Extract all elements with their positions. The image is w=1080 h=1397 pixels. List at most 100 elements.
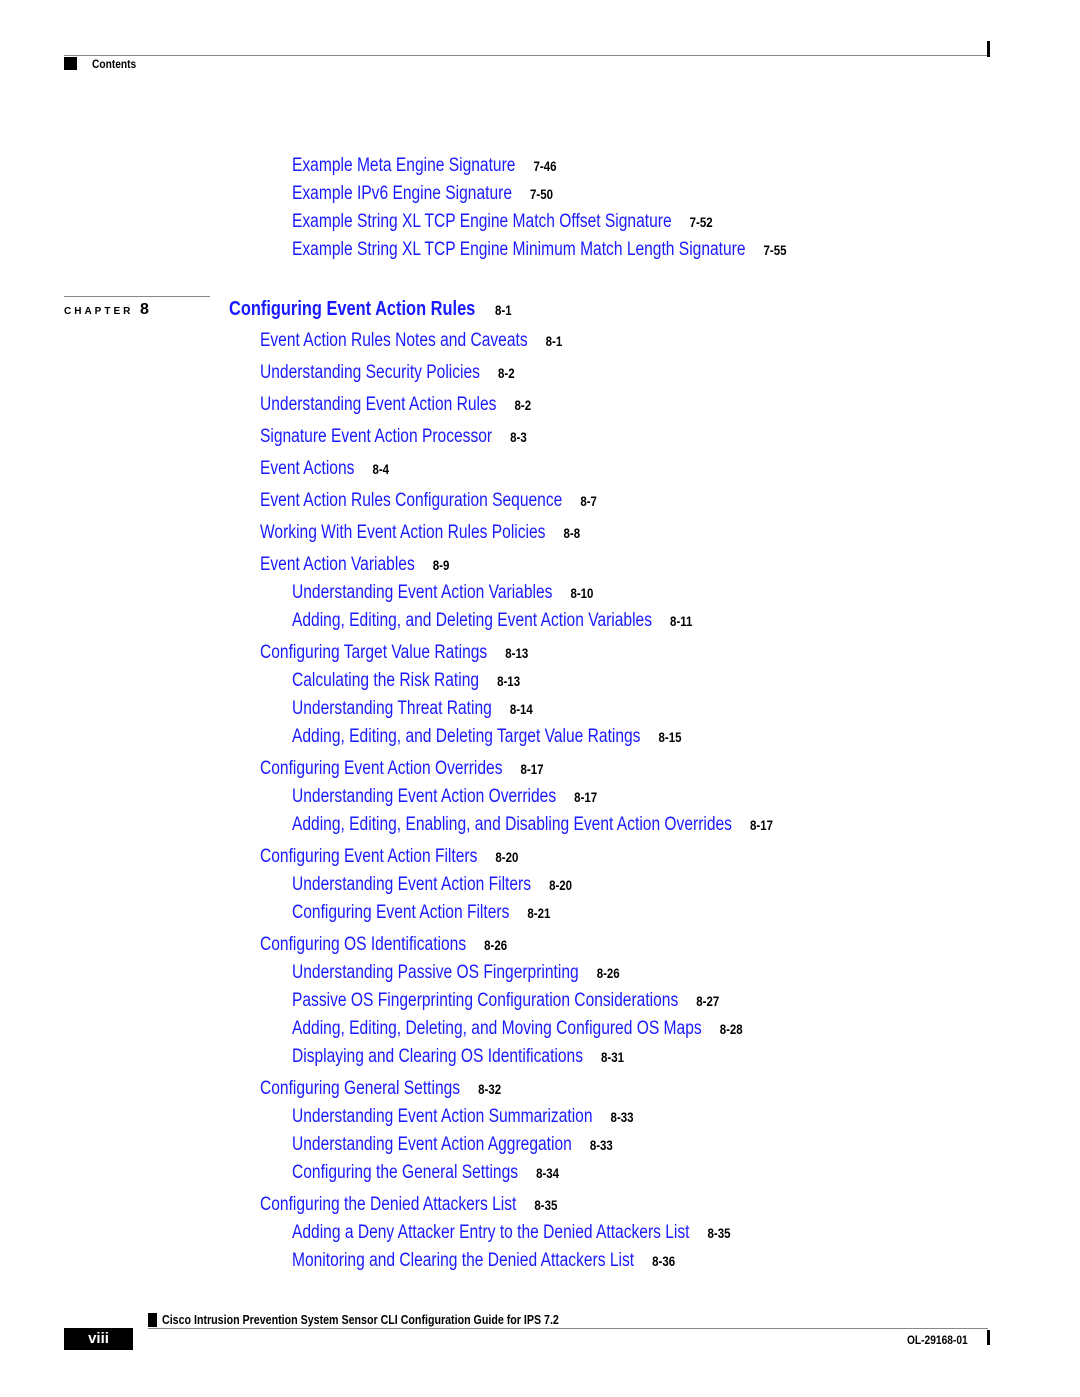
toc-entry-title: Signature Event Action Processor: [260, 426, 493, 447]
toc-entry-link[interactable]: Configuring the General Settings 8-34: [292, 1162, 559, 1184]
toc-entry-title: Adding, Editing, Enabling, and Disabling…: [292, 814, 732, 835]
toc-entry-page: 8-17: [574, 789, 598, 805]
toc-entry-title: Example String XL TCP Engine Match Offse…: [292, 211, 672, 232]
toc-entry-title: Configuring Event Action Overrides: [260, 758, 503, 779]
toc-entry-link[interactable]: Understanding Event Action Overrides 8-17: [292, 786, 597, 808]
toc-entry-link[interactable]: Configuring General Settings 8-32: [260, 1078, 501, 1100]
toc-entry-link[interactable]: Understanding Event Action Rules 8-2: [260, 394, 531, 416]
toc-entry-link[interactable]: Event Action Variables 8-9: [260, 554, 449, 576]
toc-entry-link[interactable]: Understanding Event Action Filters 8-20: [292, 874, 572, 896]
toc-entry-link[interactable]: Understanding Passive OS Fingerprinting 8…: [292, 962, 620, 984]
toc-entry-title: Configuring Event Action Filters: [292, 902, 510, 923]
toc-entry-title: Understanding Security Policies: [260, 362, 480, 383]
toc-entry-link[interactable]: Example String XL TCP Engine Match Offse…: [292, 211, 713, 233]
toc-entry-link[interactable]: Example Meta Engine Signature 7-46: [292, 155, 556, 177]
toc-entry-title: Configuring OS Identifications: [260, 934, 467, 955]
toc-entry-title: Understanding Event Action Variables: [292, 582, 553, 603]
toc-entry-page: 8-20: [549, 877, 573, 893]
toc-entry-link[interactable]: Displaying and Clearing OS Identificatio…: [292, 1046, 624, 1068]
toc-entry-link[interactable]: Event Action Rules Notes and Caveats 8-1: [260, 330, 562, 352]
toc-entry-link[interactable]: Configuring OS Identifications 8-26: [260, 934, 507, 956]
toc-entry-link[interactable]: Understanding Event Action Summarization…: [292, 1106, 634, 1128]
toc-entry-page: 8-10: [570, 585, 594, 601]
toc-entry-title: Working With Event Action Rules Policies: [260, 522, 546, 543]
toc-entry-link[interactable]: Adding, Editing, Enabling, and Disabling…: [292, 814, 773, 836]
chapter-label: CHAPTER: [64, 306, 134, 317]
toc-entry-page: 7-50: [530, 186, 554, 202]
toc-entry-link[interactable]: Working With Event Action Rules Policies…: [260, 522, 580, 544]
toc-entry-page: 8-8: [563, 525, 581, 541]
toc-entry-title: Event Actions: [260, 458, 355, 479]
toc-entry-page: 8-32: [478, 1081, 502, 1097]
toc-entry-link[interactable]: Passive OS Fingerprinting Configuration …: [292, 990, 719, 1012]
toc-entry-link[interactable]: Monitoring and Clearing the Denied Attac…: [292, 1250, 675, 1272]
toc-entry-title: Calculating the Risk Rating: [292, 670, 480, 691]
toc-entry-title: Example String XL TCP Engine Minimum Mat…: [292, 239, 746, 260]
chapter-title: Configuring Event Action Rules: [229, 298, 476, 320]
toc-entry-title: Adding, Editing, and Deleting Target Val…: [292, 726, 641, 747]
toc-entry-title: Monitoring and Clearing the Denied Attac…: [292, 1250, 635, 1271]
toc-entry-page: 8-21: [527, 905, 551, 921]
toc-entry-page: 8-34: [536, 1165, 560, 1181]
toc-entry-page: 8-13: [497, 673, 521, 689]
toc-entry-page: 8-11: [670, 613, 693, 629]
toc-entry-page: 8-26: [596, 965, 620, 981]
toc-entry-page: 8-28: [719, 1021, 743, 1037]
toc-entry-title: Configuring Target Value Ratings: [260, 642, 488, 663]
toc-entry-title: Example Meta Engine Signature: [292, 155, 516, 176]
toc-entry-page: 8-17: [520, 761, 544, 777]
toc-entry-link[interactable]: Calculating the Risk Rating 8-13: [292, 670, 520, 692]
toc-entry-link[interactable]: Configuring the Denied Attackers List 8-3…: [260, 1194, 557, 1216]
toc-entry-page: 8-33: [610, 1109, 634, 1125]
toc-entry-title: Adding a Deny Attacker Entry to the Deni…: [292, 1222, 690, 1243]
header-marker: [64, 57, 77, 70]
toc-entry-title: Displaying and Clearing OS Identificatio…: [292, 1046, 583, 1067]
toc-entry-title: Event Action Variables: [260, 554, 415, 575]
toc-entry-link[interactable]: Understanding Event Action Aggregation 8-…: [292, 1134, 613, 1156]
toc-entry-title: Configuring Event Action Filters: [260, 846, 478, 867]
toc-entry-title: Passive OS Fingerprinting Configuration …: [292, 990, 679, 1011]
toc-entry-page: 8-1: [545, 333, 563, 349]
chapter-number: 8: [140, 301, 149, 318]
toc-entry-link[interactable]: Configuring Event Action Filters 8-21: [292, 902, 550, 924]
toc-entry-page: 8-27: [696, 993, 720, 1009]
toc-entry-link[interactable]: Adding, Editing, and Deleting Event Acti…: [292, 610, 692, 632]
toc-entry-title: Example IPv6 Engine Signature: [292, 183, 512, 204]
toc-entry-link[interactable]: Configuring Event Action Overrides 8-17: [260, 758, 544, 780]
toc-entry-title: Event Action Rules Notes and Caveats: [260, 330, 528, 351]
toc-entry-title: Configuring the General Settings: [292, 1162, 519, 1183]
toc-entry-title: Understanding Event Action Overrides: [292, 786, 557, 807]
footer-page-number: viii: [64, 1328, 133, 1350]
toc-entry-title: Configuring General Settings: [260, 1078, 461, 1099]
footer-crop-mark: [987, 1330, 990, 1345]
toc-entry-link[interactable]: Example String XL TCP Engine Minimum Mat…: [292, 239, 787, 261]
toc-entry-page: 8-35: [707, 1225, 731, 1241]
toc-entry-link[interactable]: Adding, Editing, and Deleting Target Val…: [292, 726, 682, 748]
toc-entry-link[interactable]: Adding a Deny Attacker Entry to the Deni…: [292, 1222, 731, 1244]
toc-entry-link[interactable]: Understanding Security Policies 8-2: [260, 362, 515, 384]
toc-entry-link[interactable]: Event Actions 8-4: [260, 458, 389, 480]
toc-entry-title: Understanding Threat Rating: [292, 698, 492, 719]
toc-entry-link[interactable]: Signature Event Action Processor 8-3: [260, 426, 527, 448]
toc-entry-link[interactable]: Event Action Rules Configuration Sequenc…: [260, 490, 597, 512]
toc-entry-link[interactable]: Configuring Event Action Filters 8-20: [260, 846, 518, 868]
toc-entry-link[interactable]: Example IPv6 Engine Signature 7-50: [292, 183, 553, 205]
toc-entry-page: 8-17: [750, 817, 773, 833]
toc-entry-page: 8-7: [580, 493, 597, 509]
chapter-page: 8-1: [494, 302, 512, 318]
toc-entry-page: 8-20: [495, 849, 519, 865]
toc-entry-link[interactable]: Adding, Editing, Deleting, and Moving Co…: [292, 1018, 743, 1040]
toc-entry-link[interactable]: Understanding Event Action Variables 8-10: [292, 582, 593, 604]
toc-entry-title: Understanding Event Action Rules: [260, 394, 497, 415]
toc-entry-page: 8-35: [534, 1197, 558, 1213]
toc-entry-title: Understanding Event Action Aggregation: [292, 1134, 572, 1155]
toc-entry-page: 8-14: [509, 701, 533, 717]
toc-entry-title: Understanding Passive OS Fingerprinting: [292, 962, 579, 983]
toc-entry-page: 8-26: [484, 937, 508, 953]
chapter-title-link[interactable]: Configuring Event Action Rules 8-1: [229, 298, 512, 321]
toc-entry-page: 7-52: [689, 214, 713, 230]
toc-entry-link[interactable]: Understanding Threat Rating 8-14: [292, 698, 533, 720]
toc-entry-link[interactable]: Configuring Target Value Ratings 8-13: [260, 642, 528, 664]
toc-entry-page: 8-15: [658, 729, 682, 745]
toc-entry-page: 7-55: [763, 242, 787, 258]
